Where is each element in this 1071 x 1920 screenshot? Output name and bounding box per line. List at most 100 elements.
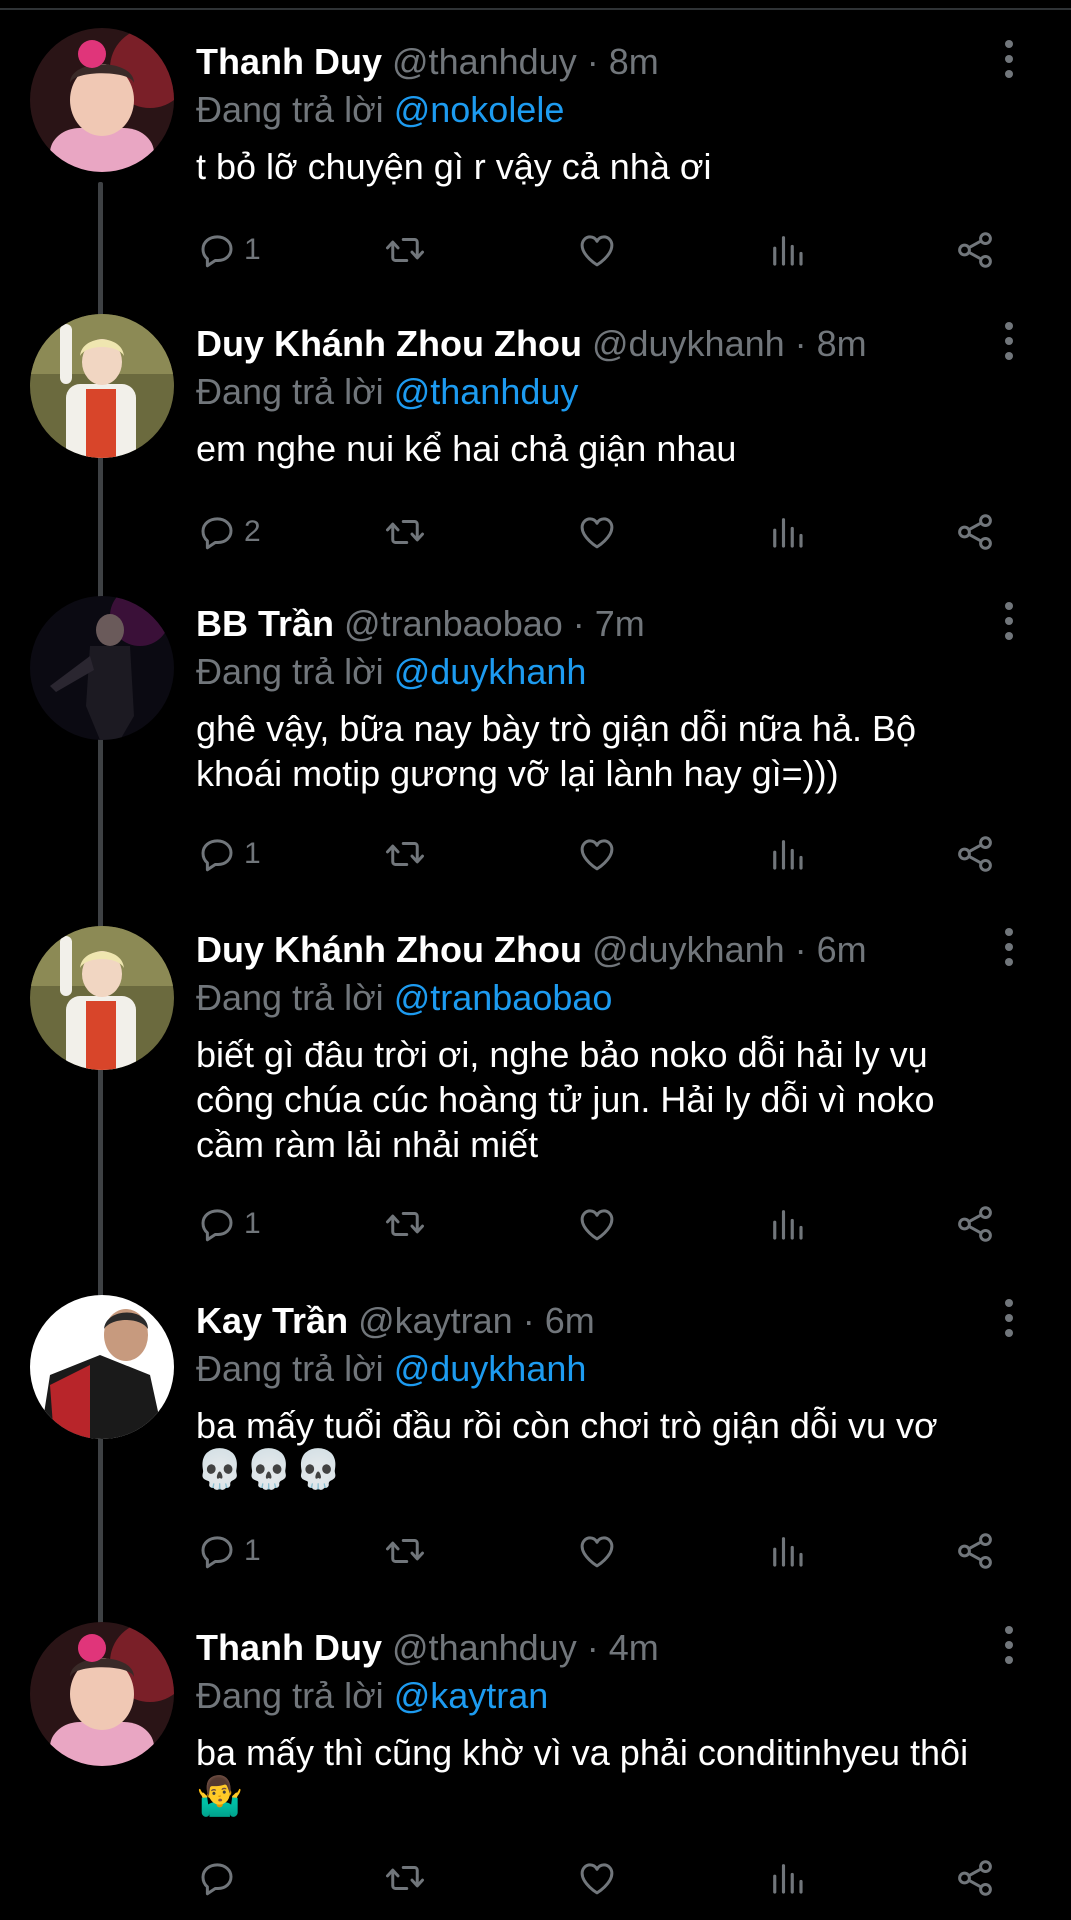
- action-bar: 1: [196, 1527, 1016, 1575]
- timestamp[interactable]: · 6m: [795, 929, 867, 970]
- like-button[interactable]: [576, 1200, 618, 1248]
- more-options-icon[interactable]: [997, 1626, 1021, 1666]
- display-name[interactable]: Kay Trần: [196, 1300, 348, 1341]
- share-button[interactable]: [954, 1527, 996, 1575]
- mention-link[interactable]: @nokolele: [394, 89, 565, 130]
- reply-count: 1: [244, 1534, 261, 1567]
- timestamp[interactable]: · 8m: [587, 41, 659, 82]
- mention-link[interactable]: @duykhanh: [394, 1348, 587, 1389]
- reply-icon: [196, 511, 238, 553]
- views-button[interactable]: [766, 1200, 808, 1248]
- timestamp[interactable]: · 6m: [523, 1300, 595, 1341]
- reply-button[interactable]: [196, 1854, 244, 1902]
- display-name[interactable]: Duy Khánh Zhou Zhou: [196, 323, 582, 364]
- user-handle[interactable]: @duykhanh: [592, 323, 785, 364]
- like-button[interactable]: [576, 830, 618, 878]
- retweet-icon: [384, 511, 426, 553]
- heart-icon: [576, 1857, 618, 1899]
- reply-button[interactable]: 1: [196, 1200, 261, 1248]
- replying-prefix: Đang trả lời: [196, 1675, 384, 1716]
- timestamp[interactable]: · 4m: [587, 1627, 659, 1668]
- views-button[interactable]: [766, 508, 808, 556]
- replying-prefix: Đang trả lời: [196, 977, 384, 1018]
- display-name[interactable]: Thanh Duy: [196, 41, 382, 82]
- retweet-icon: [384, 1203, 426, 1245]
- more-options-icon[interactable]: [997, 1299, 1021, 1339]
- bar-chart-icon: [766, 1203, 808, 1245]
- more-options-icon[interactable]: [997, 40, 1021, 80]
- mention-link[interactable]: @thanhduy: [394, 371, 579, 412]
- reply-icon: [196, 1203, 238, 1245]
- retweet-button[interactable]: [384, 1200, 426, 1248]
- retweet-icon: [384, 833, 426, 875]
- share-icon: [954, 1857, 996, 1899]
- retweet-button[interactable]: [384, 226, 426, 274]
- tweet-text: ghê vậy, bữa nay bày trò giận dỗi nữa hả…: [196, 708, 916, 794]
- views-button[interactable]: [766, 226, 808, 274]
- top-divider: [0, 0, 1071, 10]
- timestamp[interactable]: · 8m: [795, 323, 867, 364]
- user-handle[interactable]: @thanhduy: [392, 1627, 577, 1668]
- more-options-icon[interactable]: [997, 322, 1021, 362]
- reply-button[interactable]: 1: [196, 1527, 261, 1575]
- tweet-text: em nghe nui kể hai chả giận nhau: [196, 428, 737, 469]
- avatar[interactable]: [30, 28, 174, 172]
- retweet-button[interactable]: [384, 1854, 426, 1902]
- share-button[interactable]: [954, 830, 996, 878]
- avatar[interactable]: [30, 926, 174, 1070]
- retweet-button[interactable]: [384, 1527, 426, 1575]
- heart-icon: [576, 1203, 618, 1245]
- mention-link[interactable]: @kaytran: [394, 1675, 549, 1716]
- share-button[interactable]: [954, 1200, 996, 1248]
- like-button[interactable]: [576, 1854, 618, 1902]
- like-button[interactable]: [576, 1527, 618, 1575]
- views-button[interactable]: [766, 1854, 808, 1902]
- tweet-header: BB Trần @tranbaobao · 7m: [196, 600, 1011, 648]
- tweet-header: Duy Khánh Zhou Zhou @duykhanh · 8m: [196, 320, 1011, 368]
- share-icon: [954, 229, 996, 271]
- user-handle[interactable]: @thanhduy: [392, 41, 577, 82]
- retweet-button[interactable]: [384, 830, 426, 878]
- reply-button[interactable]: 1: [196, 830, 261, 878]
- reply-button[interactable]: 2: [196, 508, 261, 556]
- mention-link[interactable]: @duykhanh: [394, 651, 587, 692]
- views-button[interactable]: [766, 1527, 808, 1575]
- share-button[interactable]: [954, 508, 996, 556]
- avatar[interactable]: [30, 314, 174, 458]
- share-icon: [954, 511, 996, 553]
- user-handle[interactable]: @kaytran: [358, 1300, 513, 1341]
- bar-chart-icon: [766, 229, 808, 271]
- reply-icon: [196, 229, 238, 271]
- skull-emoji: 💀💀💀: [196, 1449, 344, 1491]
- views-button[interactable]: [766, 830, 808, 878]
- action-bar: 1: [196, 226, 1016, 274]
- more-options-icon[interactable]: [997, 928, 1021, 968]
- tweet-header: Thanh Duy @thanhduy · 4m: [196, 1624, 1011, 1672]
- mention-link[interactable]: @tranbaobao: [394, 977, 613, 1018]
- heart-icon: [576, 1530, 618, 1572]
- display-name[interactable]: Duy Khánh Zhou Zhou: [196, 929, 582, 970]
- reply-icon: [196, 1857, 238, 1899]
- like-button[interactable]: [576, 508, 618, 556]
- more-options-icon[interactable]: [997, 602, 1021, 642]
- user-handle[interactable]: @duykhanh: [592, 929, 785, 970]
- share-button[interactable]: [954, 226, 996, 274]
- like-button[interactable]: [576, 226, 618, 274]
- share-button[interactable]: [954, 1854, 996, 1902]
- replying-prefix: Đang trả lời: [196, 1348, 384, 1389]
- retweet-button[interactable]: [384, 508, 426, 556]
- retweet-icon: [384, 1530, 426, 1572]
- avatar[interactable]: [30, 596, 174, 740]
- avatar[interactable]: [30, 1295, 174, 1439]
- tweet-text: ba mấy thì cũng khờ vì va phải conditinh…: [196, 1730, 1011, 1820]
- timestamp[interactable]: · 7m: [573, 603, 645, 644]
- share-icon: [954, 1530, 996, 1572]
- display-name[interactable]: BB Trần: [196, 603, 334, 644]
- heart-icon: [576, 229, 618, 271]
- reply-button[interactable]: 1: [196, 226, 261, 274]
- display-name[interactable]: Thanh Duy: [196, 1627, 382, 1668]
- tweet-header: Duy Khánh Zhou Zhou @duykhanh · 6m: [196, 926, 1011, 974]
- avatar[interactable]: [30, 1622, 174, 1766]
- user-handle[interactable]: @tranbaobao: [344, 603, 563, 644]
- reply-count: 1: [244, 1207, 261, 1240]
